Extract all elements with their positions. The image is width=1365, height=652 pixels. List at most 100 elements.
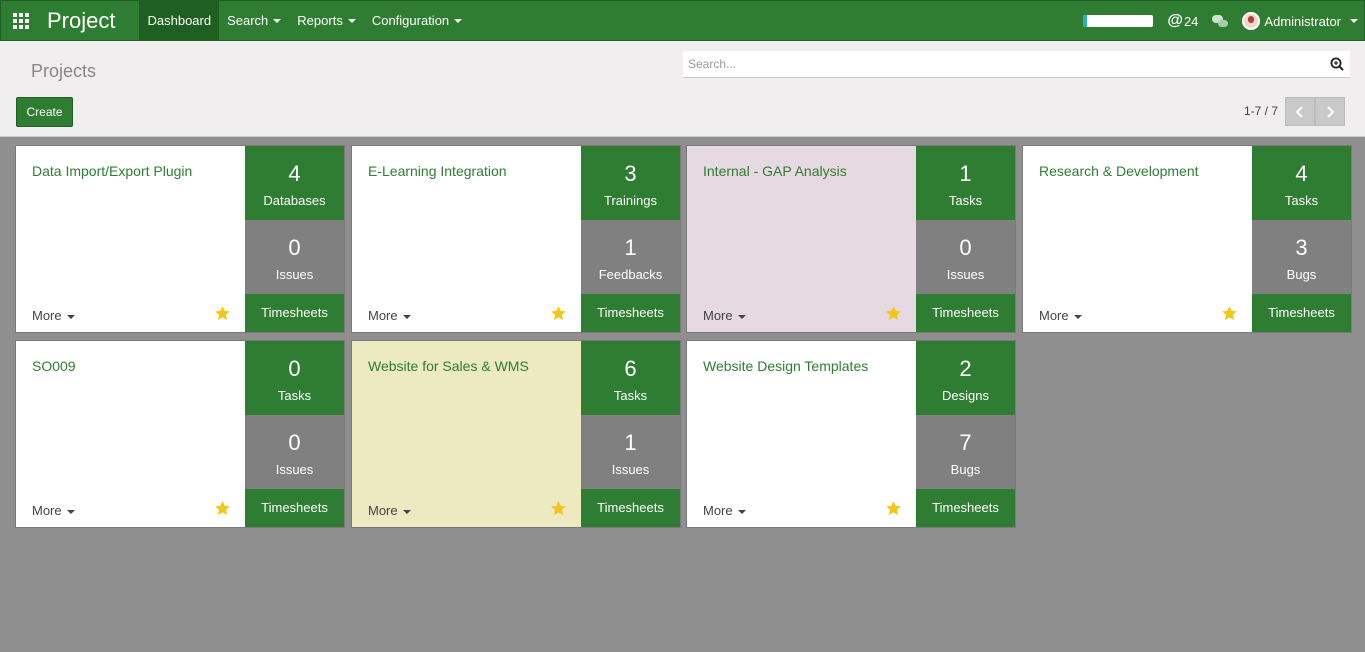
project-card[interactable]: Website Design Templates More 2 Designs 7… <box>686 340 1016 528</box>
stat-count: 3 <box>624 161 637 186</box>
project-title[interactable]: E-Learning Integration <box>368 163 507 179</box>
stat-primary-button[interactable]: 4 Databases <box>245 146 344 220</box>
stat-secondary-button[interactable]: 0 Issues <box>916 220 1015 294</box>
stat-secondary-button[interactable]: 7 Bugs <box>916 415 1015 489</box>
stat-secondary-button[interactable]: 0 Issues <box>245 220 344 294</box>
user-name: Administrator <box>1264 13 1341 29</box>
navbar-right-tools: @ 24 Administrator <box>1083 1 1358 41</box>
favorite-star-icon[interactable] <box>885 500 902 517</box>
timesheets-button[interactable]: Timesheets <box>245 294 344 332</box>
stat-count: 7 <box>959 430 972 455</box>
more-dropdown[interactable]: More <box>368 503 411 518</box>
stat-primary-button[interactable]: 0 Tasks <box>245 341 344 415</box>
stat-count: 4 <box>288 161 301 186</box>
pager-next-button[interactable] <box>1315 97 1345 126</box>
timesheets-button[interactable]: Timesheets <box>916 294 1015 332</box>
favorite-star-icon[interactable] <box>885 305 902 322</box>
stat-label: Issues <box>611 462 650 477</box>
project-card[interactable]: Data Import/Export Plugin More 4 Database… <box>15 145 345 333</box>
project-stats: 0 Tasks 0 Issues Timesheets <box>245 341 344 527</box>
project-title[interactable]: Data Import/Export Plugin <box>32 163 192 179</box>
favorite-star-icon[interactable] <box>550 305 567 322</box>
stat-primary-button[interactable]: 6 Tasks <box>581 341 680 415</box>
control-panel: Projects Create 1-7 / 7 <box>0 41 1365 137</box>
project-stats: 4 Databases 0 Issues Timesheets <box>245 146 344 332</box>
chevron-right-icon <box>1327 105 1335 118</box>
stat-secondary-button[interactable]: 0 Issues <box>245 415 344 489</box>
menu-dashboard-label: Dashboard <box>147 13 212 28</box>
chevron-left-icon <box>1295 105 1303 118</box>
pager-previous-button[interactable] <box>1285 97 1315 126</box>
menu-dashboard[interactable]: Dashboard <box>139 0 220 41</box>
menu-configuration[interactable]: Configuration <box>364 1 470 41</box>
stat-label: Feedbacks <box>598 267 663 282</box>
menu-configuration-label: Configuration <box>371 13 450 28</box>
more-label: More <box>703 308 733 323</box>
favorite-star-icon[interactable] <box>214 305 231 322</box>
pager-value[interactable]: 1-7 / 7 <box>1244 104 1278 118</box>
project-title[interactable]: Website Design Templates <box>703 358 868 374</box>
project-title[interactable]: Research & Development <box>1039 163 1199 179</box>
stat-secondary-button[interactable]: 3 Bugs <box>1252 220 1351 294</box>
planner-progress-bar[interactable] <box>1083 15 1154 27</box>
more-dropdown[interactable]: More <box>703 503 746 518</box>
timesheets-button[interactable]: Timesheets <box>581 489 680 527</box>
timesheets-button[interactable]: Timesheets <box>245 489 344 527</box>
more-dropdown[interactable]: More <box>368 308 411 323</box>
project-card[interactable]: E-Learning Integration More 3 Trainings 1… <box>351 145 681 333</box>
user-menu[interactable]: Administrator <box>1242 12 1358 30</box>
timesheets-button[interactable]: Timesheets <box>1252 294 1351 332</box>
search-box <box>683 51 1350 78</box>
search-icon[interactable] <box>1330 57 1344 71</box>
favorite-star-icon[interactable] <box>1221 305 1238 322</box>
caret-down-icon <box>1350 19 1358 23</box>
stat-primary-button[interactable]: 4 Tasks <box>1252 146 1351 220</box>
more-dropdown[interactable]: More <box>703 308 746 323</box>
more-dropdown[interactable]: More <box>32 308 75 323</box>
stat-count: 3 <box>1295 235 1308 260</box>
project-stats: 2 Designs 7 Bugs Timesheets <box>916 341 1015 527</box>
timesheets-button[interactable]: Timesheets <box>581 294 680 332</box>
breadcrumb: Projects <box>31 61 97 81</box>
mentions-button[interactable]: @ 24 <box>1167 12 1198 30</box>
project-stats: 4 Tasks 3 Bugs Timesheets <box>1252 146 1351 332</box>
project-title[interactable]: Internal - GAP Analysis <box>703 163 847 179</box>
project-card[interactable]: Research & Development More 4 Tasks 3 Bugs… <box>1022 145 1352 333</box>
menu-reports-label: Reports <box>297 13 343 28</box>
stat-label: Trainings <box>604 193 657 208</box>
stat-count: 0 <box>288 356 301 381</box>
project-stats: 3 Trainings 1 Feedbacks Timesheets <box>581 146 680 332</box>
caret-down-icon <box>66 509 75 514</box>
favorite-star-icon[interactable] <box>214 500 231 517</box>
caret-down-icon <box>347 18 356 23</box>
project-card[interactable]: Website for Sales & WMS More 6 Tasks 1 Iss… <box>351 340 681 528</box>
stat-primary-button[interactable]: 1 Tasks <box>916 146 1015 220</box>
at-sign-icon: @ <box>1167 12 1183 29</box>
search-input[interactable] <box>683 51 1350 77</box>
project-card[interactable]: Internal - GAP Analysis More 1 Tasks 0 Iss… <box>686 145 1016 333</box>
stat-count: 0 <box>288 430 301 455</box>
stat-count: 6 <box>624 356 637 381</box>
favorite-star-icon[interactable] <box>550 500 567 517</box>
stat-label: Tasks <box>613 388 648 403</box>
stat-secondary-button[interactable]: 1 Issues <box>581 415 680 489</box>
menu-search[interactable]: Search <box>219 1 289 41</box>
stat-primary-button[interactable]: 2 Designs <box>916 341 1015 415</box>
create-button[interactable]: Create <box>16 97 73 127</box>
apps-menu-button[interactable] <box>1 1 41 41</box>
stat-secondary-button[interactable]: 1 Feedbacks <box>581 220 680 294</box>
menu-reports[interactable]: Reports <box>289 1 364 41</box>
timesheets-button[interactable]: Timesheets <box>916 489 1015 527</box>
more-dropdown[interactable]: More <box>1039 308 1082 323</box>
progress-fill <box>1083 15 1087 27</box>
project-title[interactable]: Website for Sales & WMS <box>368 358 529 374</box>
stat-label: Bugs <box>1286 267 1317 282</box>
menu-search-label: Search <box>227 13 269 28</box>
project-title[interactable]: SO009 <box>32 358 76 374</box>
chat-icon[interactable] <box>1212 15 1229 27</box>
stat-count: 1 <box>624 430 637 455</box>
more-dropdown[interactable]: More <box>32 503 75 518</box>
project-card[interactable]: SO009 More 0 Tasks 0 Issues Timesheets <box>15 340 345 528</box>
stat-primary-button[interactable]: 3 Trainings <box>581 146 680 220</box>
stat-count: 2 <box>959 356 972 381</box>
